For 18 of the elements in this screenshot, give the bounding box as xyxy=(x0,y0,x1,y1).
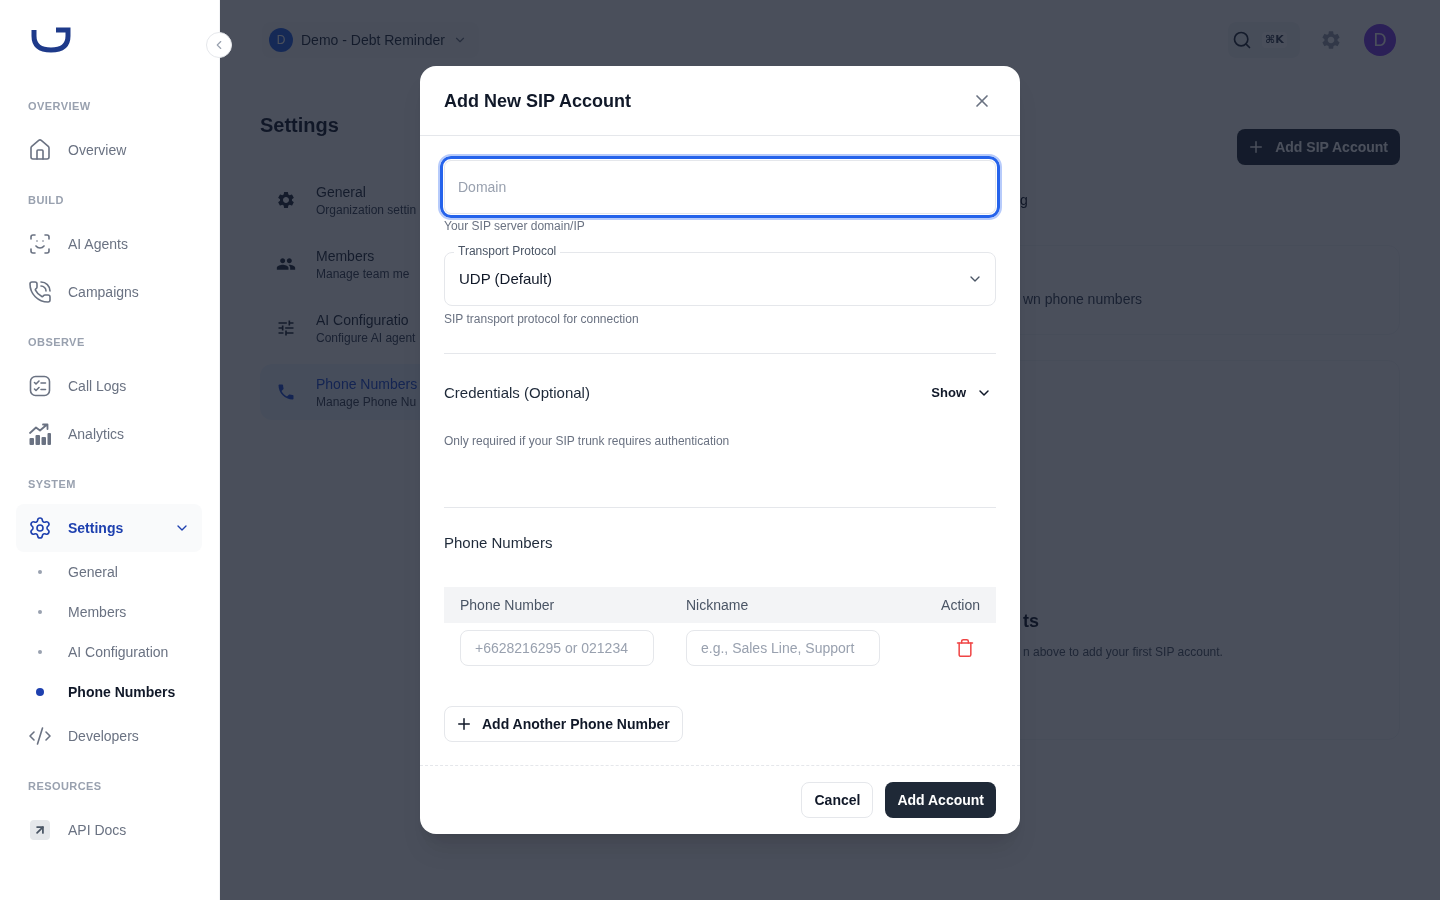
section-title: SYSTEM xyxy=(27,477,77,492)
column-header: Action xyxy=(941,596,980,615)
page-title: Settings xyxy=(260,113,340,138)
section-heading: Phone Numbers xyxy=(444,533,554,553)
section-heading: Credentials (Optional) xyxy=(444,382,590,403)
column-header: Nickname xyxy=(686,596,750,615)
column-header: Phone Number xyxy=(460,596,556,615)
field-label: Transport Protocol xyxy=(454,243,561,259)
field-hint: SIP transport protocol for connection xyxy=(444,311,640,327)
section-title: OBSERVE xyxy=(27,335,86,350)
page-subtitle: g xyxy=(1019,191,1029,210)
section-title: BUILD xyxy=(27,193,65,208)
dialog-title: Add New SIP Account xyxy=(444,89,632,113)
section-title: OVERVIEW xyxy=(27,99,92,114)
section-hint: Only required if your SIP trunk requires authentication xyxy=(444,433,731,449)
field-hint: Your SIP server domain/IP xyxy=(444,218,586,234)
empty-state-title: ts xyxy=(1023,610,1040,633)
section-title: RESOURCES xyxy=(27,779,103,794)
